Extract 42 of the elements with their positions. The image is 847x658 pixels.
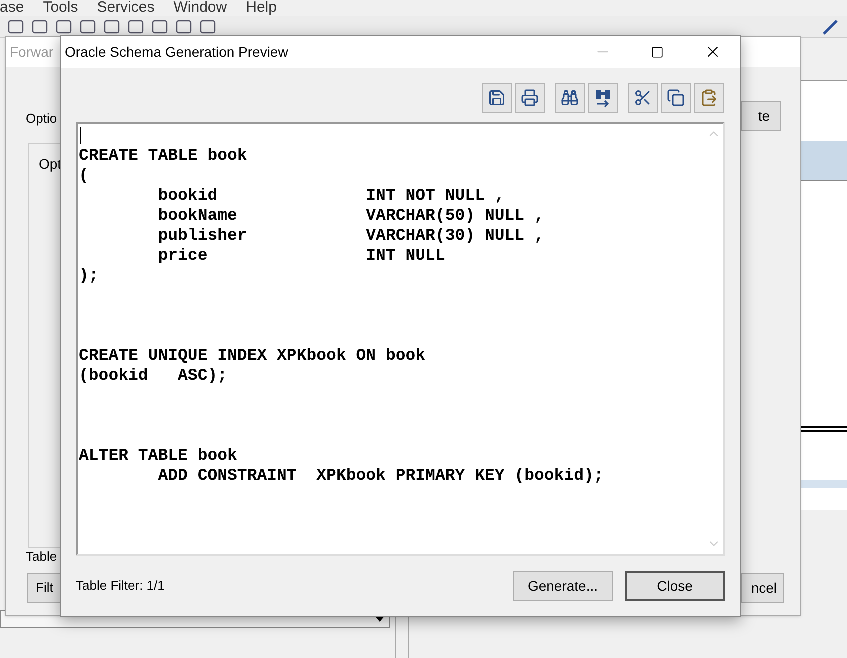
toolbar-button[interactable] — [515, 83, 545, 113]
menu-item[interactable]: ase — [0, 0, 24, 16]
toolbar-icon[interactable] — [200, 20, 216, 34]
dialog-button[interactable]: Generate... — [513, 571, 613, 601]
copy-icon — [667, 89, 685, 107]
toolbar-icon[interactable] — [104, 20, 120, 34]
toolbar-icon[interactable] — [56, 20, 72, 34]
print-icon — [521, 89, 539, 107]
save-icon — [488, 89, 506, 107]
toolbar-button[interactable] — [588, 83, 618, 113]
table-label: Table — [26, 548, 58, 566]
toolbar-icon[interactable] — [8, 20, 24, 34]
toolbar-icon[interactable] — [32, 20, 48, 34]
text-caret — [80, 127, 81, 144]
toolbar-button[interactable] — [694, 83, 724, 113]
group-label: Opt — [39, 155, 62, 174]
status-text: Table Filter: 1/1 — [76, 577, 166, 596]
binoculars-arrow-icon — [593, 88, 613, 108]
toolbar-button[interactable] — [661, 83, 691, 113]
sql-code: CREATE TABLE book ( bookid INT NOT NULL , bookName VARCHAR(50) NULL , publisher VARCHAR(30) NULL , price INT NULL ); CREATE UNIQUE INDEX XPKbook ON book (bookid ASC); ALTER TABLE book ADD CONSTRAINT XPKbook PRIMARY KEY (bookid); — [79, 146, 604, 486]
toolbar-button[interactable] — [555, 83, 585, 113]
menu-item[interactable]: Tools — [43, 0, 78, 16]
dialog-button[interactable]: Close — [625, 571, 725, 601]
clipboard-icon — [700, 89, 718, 107]
toolbar-icon[interactable] — [128, 20, 144, 34]
toolbar-icon[interactable] — [176, 20, 192, 34]
scissors-icon — [634, 89, 652, 107]
toolbar-icon[interactable] — [80, 20, 96, 34]
toolbar-icon[interactable] — [152, 20, 168, 34]
menu-item[interactable]: Services — [97, 0, 155, 16]
cancel-button[interactable]: ncel — [741, 573, 784, 603]
dialog-button[interactable]: te — [741, 101, 781, 131]
menu-item[interactable]: Help — [246, 0, 277, 16]
toolbar-button[interactable] — [482, 83, 512, 113]
filter-button[interactable]: Filt — [27, 573, 60, 603]
binoculars-icon — [561, 89, 579, 107]
pen-icon[interactable] — [821, 18, 839, 36]
options-label: Optio — [26, 110, 58, 128]
window-title: Oracle Schema Generation Preview — [65, 42, 290, 62]
menu-item[interactable]: Window — [174, 0, 228, 16]
window-title: Forwar — [10, 42, 54, 62]
toolbar-button[interactable] — [628, 83, 658, 113]
